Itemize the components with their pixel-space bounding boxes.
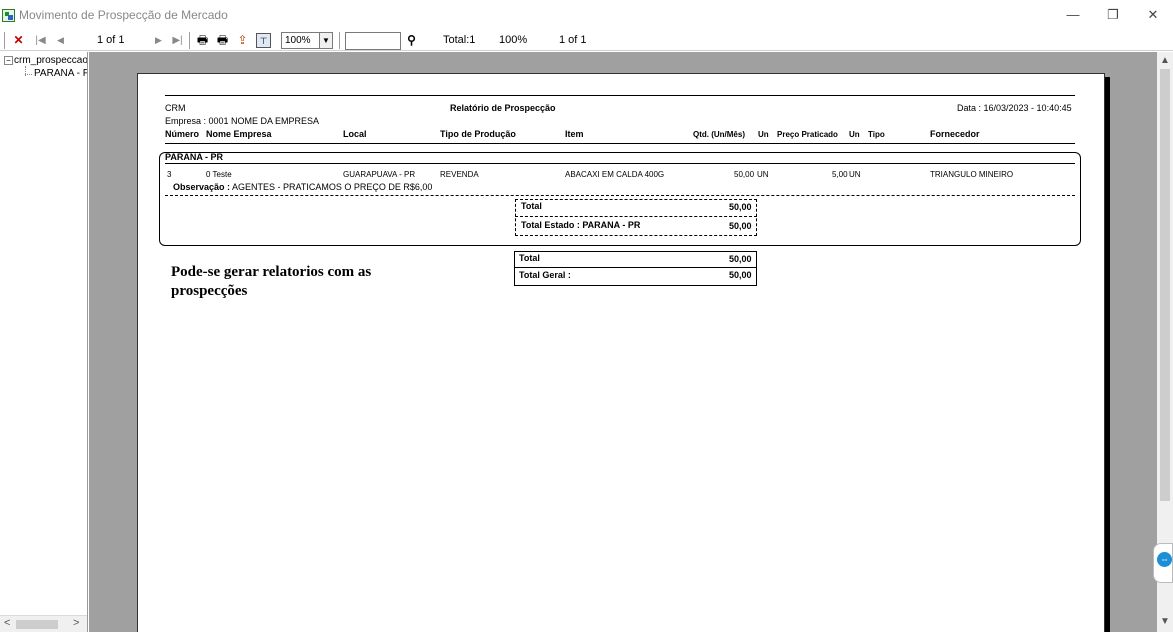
status-total: Total:1 xyxy=(443,34,476,46)
search-input[interactable] xyxy=(345,32,401,50)
tree-item-parana[interactable]: PARANA - PR xyxy=(34,68,87,79)
grand-total-box xyxy=(514,251,757,286)
cell-numero: 3 xyxy=(167,170,172,179)
total-value: 50,00 xyxy=(729,254,752,264)
toolbar-separator xyxy=(189,32,190,49)
cell-item: ABACAXI EM CALDA 400G xyxy=(565,170,665,179)
total-separator xyxy=(515,216,757,217)
print-setup-icon[interactable]: 🖶 xyxy=(215,33,230,48)
toolbar-separator xyxy=(339,32,340,49)
scroll-down-icon[interactable]: ▼ xyxy=(1160,616,1170,627)
column-tipo: Tipo xyxy=(868,130,885,139)
status-zoom: 100% xyxy=(499,34,528,46)
last-page-icon[interactable]: ▶| xyxy=(170,33,185,48)
column-nome-empresa: Nome Empresa xyxy=(206,129,272,139)
total-label: Total xyxy=(519,253,540,263)
tree-item-root-label: crm_prospeccao xyxy=(14,55,88,66)
scrollbar-thumb[interactable] xyxy=(16,620,58,629)
cell-nome-empresa: 0 Teste xyxy=(206,170,232,179)
scroll-left-icon[interactable]: < xyxy=(4,617,10,629)
header-crm: CRM xyxy=(165,103,186,113)
state-total-value: 50,00 xyxy=(729,221,752,231)
grand-total-value: 50,00 xyxy=(729,270,752,280)
observation-text: AGENTES - PRATICAMOS O PREÇO DE R$6,00 xyxy=(230,182,433,192)
column-qtd: Qtd. (Un/Mês) xyxy=(693,130,745,139)
toolbar-separator xyxy=(4,32,5,49)
export-icon[interactable]: ⇪ xyxy=(235,33,250,48)
grand-total-separator xyxy=(514,267,757,268)
group-total-box xyxy=(515,199,757,236)
column-item: Item xyxy=(565,129,584,139)
zoom-select[interactable]: 100% ▼ xyxy=(281,32,333,49)
cell-local: GUARAPUAVA - PR xyxy=(343,170,416,179)
maximize-button[interactable]: ❐ xyxy=(1093,4,1133,26)
close-window-button[interactable]: ✕ xyxy=(1133,4,1173,26)
column-local: Local xyxy=(343,129,367,139)
window-title: Movimento de Prospecção de Mercado xyxy=(19,8,228,22)
observation-label: Observação : xyxy=(173,182,231,192)
state-total-label: Total Estado : PARANA - PR xyxy=(521,220,641,230)
zoom-value: 100% xyxy=(285,35,311,46)
column-numero: Número xyxy=(165,129,200,139)
report-date: Data : 16/03/2023 - 10:40:45 xyxy=(957,103,1072,113)
group-label: PARANA - PR xyxy=(165,152,223,162)
observation: Observação : AGENTES - PRATICAMOS O PREÇ… xyxy=(173,182,432,192)
company-line: Empresa : 0001 NOME DA EMPRESA xyxy=(165,116,320,126)
header-rule xyxy=(165,95,1075,96)
report-title: Relatório de Prospecção xyxy=(450,103,556,113)
first-page-icon[interactable]: |◀ xyxy=(33,33,48,48)
column-un: Un xyxy=(758,130,769,139)
collapse-icon[interactable]: − xyxy=(4,55,13,65)
column-un: Un xyxy=(849,130,860,139)
cell-tipo-producao: REVENDA xyxy=(440,170,479,179)
find-icon[interactable]: ⚲ xyxy=(404,33,419,48)
column-header-rule xyxy=(165,143,1075,144)
tree-item-root[interactable]: − crm_prospeccao xyxy=(4,55,88,66)
column-tipo-producao: Tipo de Produção xyxy=(440,129,516,139)
scroll-right-icon[interactable]: > xyxy=(73,617,79,629)
column-fornecedor: Fornecedor xyxy=(930,129,980,139)
cell-fornecedor: TRIANGULO MINEIRO xyxy=(930,170,1014,179)
cell-qtd: 50,00 xyxy=(734,170,755,179)
report-preview-area: CRM Relatório de Prospecção Data : 16/03… xyxy=(89,52,1157,632)
scroll-up-icon[interactable]: ▲ xyxy=(1160,55,1170,66)
column-preco: Preço Praticado xyxy=(777,130,838,139)
next-page-icon[interactable]: ▶ xyxy=(151,33,166,48)
minimize-button[interactable]: — xyxy=(1053,4,1093,26)
title-bar: Movimento de Prospecção de Mercado — ❐ ✕ xyxy=(0,0,1173,30)
tree-connector xyxy=(25,74,32,75)
teamviewer-icon[interactable]: ⇔ xyxy=(1157,552,1172,567)
cell-un: UN xyxy=(757,170,769,179)
group-rule xyxy=(165,163,1075,164)
chevron-down-icon[interactable]: ▼ xyxy=(319,33,332,48)
grand-total-label: Total Geral : xyxy=(519,270,571,280)
print-icon[interactable]: 🖶 xyxy=(195,33,210,48)
row-separator xyxy=(165,195,1075,196)
horizontal-scrollbar[interactable]: < > xyxy=(0,615,87,632)
toolbar: ✕ |◀ ◀ 1 of 1 ▶ ▶| 🖶 🖶 ⇪ ⊤ 100% ▼ ⚲ Tota… xyxy=(0,30,1173,51)
annotation-note: Pode-se gerar relatorios com as prospecç… xyxy=(171,264,372,299)
close-icon[interactable]: ✕ xyxy=(11,33,26,48)
page-indicator: 1 of 1 xyxy=(97,34,125,46)
previous-page-icon[interactable]: ◀ xyxy=(53,33,68,48)
app-icon xyxy=(2,9,15,22)
cell-un: UN xyxy=(849,170,861,179)
group-tree-panel: −crm_prospeccao PARANA - PR < > xyxy=(0,52,88,632)
group-total-label: Total xyxy=(521,201,542,211)
cell-preco: 5,00 xyxy=(832,170,848,179)
scrollbar-thumb[interactable] xyxy=(1160,69,1170,501)
status-page: 1 of 1 xyxy=(559,34,587,46)
remote-support-tab[interactable]: ⇔ xyxy=(1153,543,1173,583)
group-tree-icon[interactable]: ⊤ xyxy=(256,33,271,48)
group-total-value: 50,00 xyxy=(729,202,752,212)
report-page: CRM Relatório de Prospecção Data : 16/03… xyxy=(137,73,1105,632)
